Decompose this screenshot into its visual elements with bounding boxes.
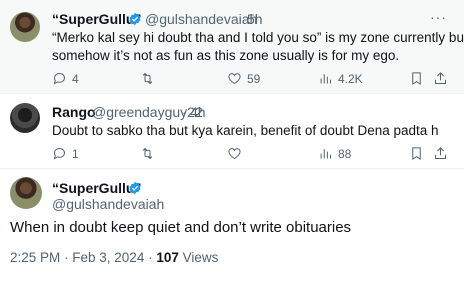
verified-badge-icon (129, 12, 141, 26)
reply-count: 4 (72, 71, 79, 86)
author-name[interactable]: Rango (52, 104, 96, 120)
repost-button[interactable] (140, 146, 155, 161)
avatar[interactable] (10, 103, 40, 133)
repost-button[interactable] (140, 71, 155, 86)
tweet-text-line: Doubt to sabko tha but kya karein, benef… (52, 123, 439, 138)
views-count: 107 (156, 250, 179, 265)
reply-icon (53, 148, 65, 160)
like-count: 59 (247, 71, 261, 86)
reply-button[interactable]: 4 (52, 71, 79, 86)
views-count: 4.2K (338, 71, 363, 86)
tweet-meta: 2:25 PM · Feb 3, 2024 · 107 Views (10, 250, 218, 265)
views-icon (320, 149, 331, 159)
repost-icon (142, 72, 153, 85)
author-handle[interactable]: @gulshandevaiah (52, 196, 164, 212)
avatar[interactable] (10, 177, 42, 209)
repost-icon (142, 147, 153, 160)
separator-dot: · (238, 11, 243, 27)
like-icon (228, 148, 241, 160)
views-label: Views (178, 250, 219, 265)
more-icon[interactable]: ··· (430, 9, 447, 25)
views-icon (320, 74, 331, 84)
tweet-text-line: somehow it’s not as fun as this zone usu… (52, 48, 400, 63)
views-button[interactable]: 88 (318, 146, 351, 161)
bookmark-icon[interactable] (409, 146, 424, 166)
avatar[interactable] (10, 12, 40, 42)
tweet-timestamp[interactable]: 2:25 PM · Feb 3, 2024 · (10, 250, 156, 265)
verified-badge-icon (129, 181, 141, 195)
share-icon[interactable] (433, 71, 448, 91)
tweet-time[interactable]: 5h (247, 11, 263, 27)
separator-dot: · (182, 104, 187, 120)
like-button[interactable] (227, 146, 242, 161)
main-tweet-text: When in doubt keep quiet and don’t write… (10, 219, 352, 236)
tweet-text-line: “Merko kal sey hi doubt tha and I told y… (52, 30, 464, 45)
tweet-time[interactable]: 4h (190, 104, 206, 120)
views-count: 88 (338, 146, 352, 161)
like-button[interactable]: 59 (227, 71, 260, 86)
share-icon[interactable] (433, 146, 448, 166)
like-icon (228, 73, 241, 85)
reply-button[interactable]: 1 (52, 146, 79, 161)
reply-count: 1 (72, 146, 79, 161)
reply-icon (53, 73, 65, 85)
views-button[interactable]: 4.2K (318, 71, 363, 86)
bookmark-icon[interactable] (409, 71, 424, 91)
